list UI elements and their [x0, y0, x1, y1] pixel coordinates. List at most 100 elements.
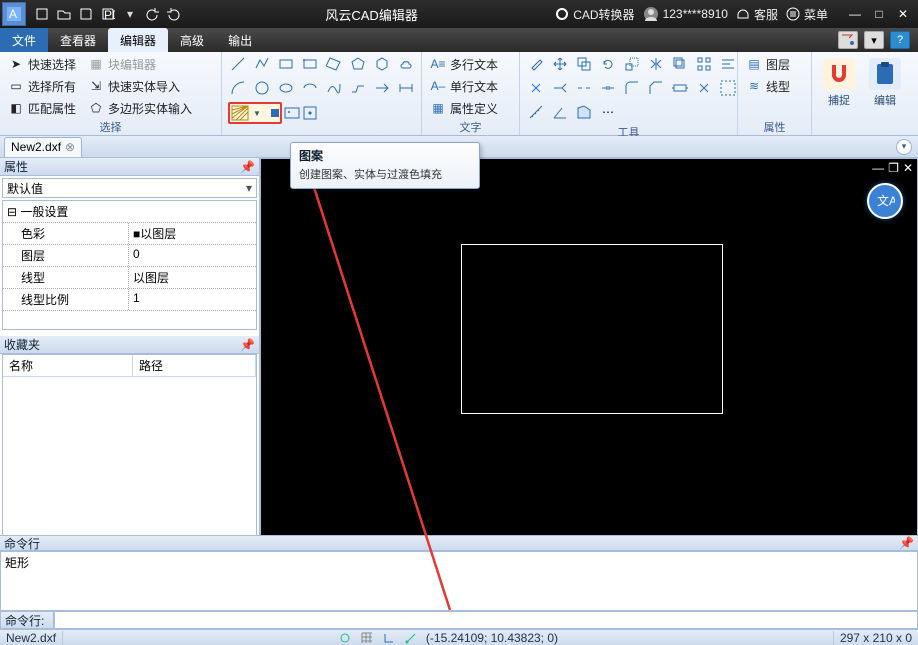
extend-icon[interactable] — [550, 78, 570, 98]
command-input[interactable] — [54, 611, 918, 629]
prop-value[interactable]: 以图层 — [129, 267, 256, 288]
block-editor-button[interactable]: ▦块编辑器 — [86, 54, 194, 74]
import-solid-button[interactable]: ⇲快速实体导入 — [86, 76, 194, 96]
rotated-rect-icon[interactable] — [324, 54, 344, 74]
ray-icon[interactable] — [372, 78, 392, 98]
translate-float-button[interactable]: 文A — [867, 183, 903, 219]
polygon-input-button[interactable]: ⬠多边形实体输入 — [86, 98, 194, 118]
area-icon[interactable] — [574, 102, 594, 122]
cad-converter-link[interactable]: CAD转换器 — [555, 6, 634, 23]
stretch-icon[interactable] — [670, 78, 690, 98]
offset-icon[interactable] — [670, 54, 690, 74]
fillet-icon[interactable] — [622, 78, 642, 98]
trim-icon[interactable] — [526, 78, 546, 98]
redo-icon[interactable] — [164, 4, 184, 24]
mdi-minimize-icon[interactable]: ― — [872, 161, 884, 175]
command-log[interactable]: 矩形 — [0, 551, 918, 611]
explode-icon[interactable] — [694, 78, 714, 98]
rotate-icon[interactable] — [598, 54, 618, 74]
chamfer-icon[interactable] — [646, 78, 666, 98]
hatch-pattern-button[interactable]: ▼ — [228, 102, 282, 124]
box-icon[interactable] — [372, 54, 392, 74]
drawing-canvas[interactable]: ― ❐ ✕ 文A — [260, 158, 918, 587]
properties-grid[interactable]: ⊟ 一般设置 色彩■以图层 图层0 线型以图层 线型比例1 — [2, 200, 257, 330]
mirror-icon[interactable] — [646, 54, 666, 74]
edit-button[interactable]: 编辑 — [864, 54, 906, 135]
move-icon[interactable] — [550, 54, 570, 74]
user-account[interactable]: 123****8910 — [643, 6, 728, 22]
support-link[interactable]: 客服 — [736, 6, 778, 23]
document-tab[interactable]: New2.dxf ⊗ — [4, 137, 82, 157]
polar-icon[interactable] — [404, 631, 418, 645]
more-tools-icon[interactable]: ⋯ — [598, 102, 618, 122]
rectangle-icon[interactable] — [276, 54, 296, 74]
rect3pt-icon[interactable] — [300, 54, 320, 74]
align-icon[interactable] — [718, 54, 738, 74]
save-pdf-icon[interactable]: PDF — [98, 4, 118, 24]
ellipse-icon[interactable] — [276, 78, 296, 98]
join-icon[interactable] — [598, 78, 618, 98]
tab-viewer[interactable]: 查看器 — [48, 28, 108, 52]
capture-button[interactable]: 捕捉 — [818, 54, 860, 135]
menu-link[interactable]: 菜单 — [786, 6, 828, 23]
mtext-button[interactable]: A≡多行文本 — [428, 54, 500, 74]
mdi-restore-icon[interactable]: ❐ — [888, 161, 899, 175]
measure-icon[interactable] — [526, 102, 546, 122]
close-tab-icon[interactable]: ⊗ — [65, 140, 75, 154]
save-icon[interactable] — [76, 4, 96, 24]
minimize-button[interactable]: ― — [844, 5, 866, 23]
insert-image-icon[interactable] — [284, 105, 300, 121]
array-icon[interactable] — [694, 54, 714, 74]
pin-icon[interactable]: 📌 — [899, 536, 914, 550]
maximize-button[interactable]: □ — [868, 5, 890, 23]
pin-icon[interactable]: 📌 — [240, 338, 255, 352]
scale-icon[interactable] — [622, 54, 642, 74]
dropdown-icon[interactable]: ▾ — [120, 4, 140, 24]
snap-icon[interactable] — [338, 631, 352, 645]
help-icon[interactable]: ? — [890, 31, 910, 49]
linetype-button[interactable]: ≋线型 — [744, 76, 792, 96]
angle-icon[interactable] — [550, 102, 570, 122]
prop-value[interactable]: ■以图层 — [129, 223, 256, 244]
tabs-dropdown-icon[interactable]: ▾ — [896, 139, 912, 155]
copy-icon[interactable] — [574, 54, 594, 74]
tab-editor[interactable]: 编辑器 — [108, 28, 168, 52]
properties-selector[interactable]: 默认值▾ — [2, 178, 257, 198]
ribbon-dropdown-icon[interactable]: ▾ — [864, 31, 884, 49]
stext-button[interactable]: A–单行文本 — [428, 76, 500, 96]
tab-output[interactable]: 输出 — [216, 28, 264, 52]
insert-block-icon[interactable] — [302, 105, 318, 121]
revision-cloud-icon[interactable] — [396, 54, 416, 74]
spline-icon[interactable] — [324, 78, 344, 98]
line-icon[interactable] — [228, 54, 248, 74]
ellipse-arc-icon[interactable] — [300, 78, 320, 98]
quick-select-button[interactable]: ➤快速选择 — [6, 54, 78, 74]
prop-value[interactable]: 1 — [129, 289, 256, 310]
select-all-button[interactable]: ▭选择所有 — [6, 76, 78, 96]
close-button[interactable]: ✕ — [892, 5, 914, 23]
ortho-icon[interactable] — [382, 631, 396, 645]
options-icon[interactable] — [838, 31, 858, 49]
undo-icon[interactable] — [142, 4, 162, 24]
new-icon[interactable] — [32, 4, 52, 24]
prop-value[interactable]: 0 — [129, 245, 256, 266]
arc-icon[interactable] — [228, 78, 248, 98]
polyline-icon[interactable] — [252, 54, 272, 74]
pin-icon[interactable]: 📌 — [240, 160, 255, 174]
circle-icon[interactable] — [252, 78, 272, 98]
layer-button[interactable]: ▤图层 — [744, 54, 792, 74]
dimension-icon[interactable] — [396, 78, 416, 98]
attr-def-button[interactable]: ▦属性定义 — [428, 98, 500, 118]
column-header-name[interactable]: 名称 — [3, 355, 133, 376]
open-icon[interactable] — [54, 4, 74, 24]
erase-icon[interactable] — [526, 54, 546, 74]
trace-icon[interactable] — [348, 78, 368, 98]
group-icon[interactable] — [718, 78, 738, 98]
polygon-tool-icon[interactable] — [348, 54, 368, 74]
tab-advanced[interactable]: 高级 — [168, 28, 216, 52]
mdi-close-icon[interactable]: ✕ — [903, 161, 913, 175]
match-properties-button[interactable]: ◧匹配属性 — [6, 98, 78, 118]
collapse-icon[interactable]: ⊟ — [7, 205, 17, 219]
grid-icon[interactable] — [360, 631, 374, 645]
tab-file[interactable]: 文件 — [0, 28, 48, 52]
